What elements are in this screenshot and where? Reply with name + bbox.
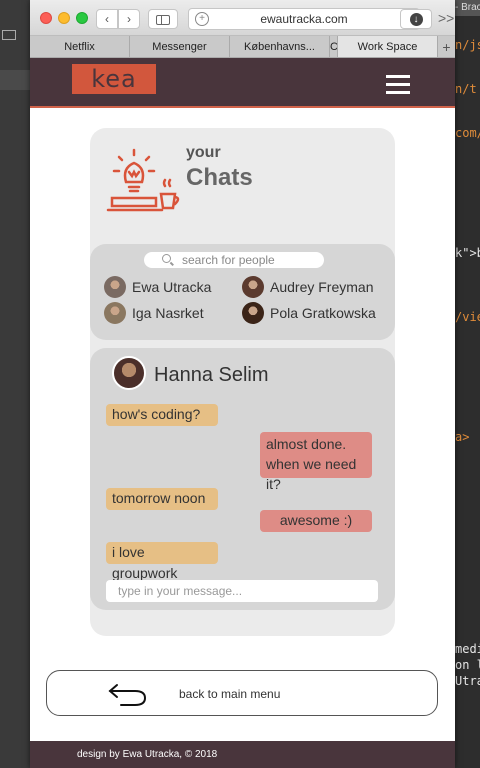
- sidebar-icon: [156, 14, 170, 25]
- chats-card: your Chats search for people Ewa Utracka…: [90, 128, 395, 636]
- back-button[interactable]: ‹: [96, 9, 118, 29]
- message-line: when we need it?: [266, 456, 357, 492]
- web-page: kea your Chats search for people Ewa Utr…: [30, 58, 455, 768]
- people-search-input[interactable]: search for people: [144, 252, 324, 268]
- search-icon: [162, 254, 171, 263]
- editor-left-gutter: [0, 0, 30, 768]
- more-tabs-button[interactable]: >>: [438, 10, 454, 26]
- person-name: Ewa Utracka: [132, 279, 212, 295]
- chat-contact-name: Hanna Selim: [154, 364, 269, 386]
- zoom-window-button[interactable]: [76, 12, 88, 24]
- kea-logo[interactable]: kea: [72, 64, 156, 94]
- people-panel: search for people Ewa Utracka Audrey Frey…: [90, 244, 395, 340]
- tab-collapsed[interactable]: C: [330, 36, 338, 57]
- page-title: Chats: [186, 164, 253, 191]
- message-input[interactable]: type in your message...: [106, 580, 378, 602]
- code-line: a>: [455, 430, 470, 444]
- code-line: /vie: [455, 310, 480, 324]
- heading-your: your: [186, 144, 221, 161]
- code-line: n/js: [455, 38, 480, 52]
- tab-work-space[interactable]: Work Space: [338, 36, 438, 57]
- message-outgoing: almost done. when we need it?: [260, 432, 372, 492]
- person-name: Iga Nasrket: [132, 305, 204, 321]
- person-item[interactable]: Pola Gratkowska: [242, 302, 376, 324]
- search-placeholder: search for people: [182, 253, 275, 267]
- tab-kobenhavns[interactable]: Københavns...: [230, 36, 330, 57]
- message-line: almost done.: [266, 436, 347, 452]
- code-line: com/: [455, 126, 480, 140]
- tab-netflix[interactable]: Netflix: [30, 36, 130, 57]
- url-text: ewautracka.com: [260, 12, 348, 26]
- tab-messenger[interactable]: Messenger: [130, 36, 230, 57]
- code-line: n/t: [455, 82, 477, 96]
- person-name: Audrey Freyman: [270, 279, 374, 295]
- chat-panel: Hanna Selim how's coding? almost done. w…: [90, 348, 395, 610]
- downloads-button[interactable]: ↓: [400, 9, 432, 29]
- new-tab-button[interactable]: +: [438, 36, 455, 57]
- chat-contact-avatar: [112, 356, 146, 390]
- site-footer: design by Ewa Utracka, © 2018: [30, 741, 455, 768]
- message-outgoing: awesome :): [260, 510, 372, 532]
- person-item[interactable]: Audrey Freyman: [242, 276, 373, 298]
- forward-button[interactable]: ›: [118, 9, 140, 29]
- back-button-label: back to main menu: [179, 687, 281, 701]
- close-window-button[interactable]: [40, 12, 52, 24]
- person-avatar: [104, 276, 126, 298]
- back-to-menu-button[interactable]: back to main menu: [46, 670, 438, 716]
- person-name: Pola Gratkowska: [270, 305, 376, 321]
- message-incoming: tomorrow noon: [106, 488, 218, 510]
- code-line: medi: [455, 642, 480, 656]
- browser-toolbar: ‹ › + ewautracka.com ↻ ↓ >>: [30, 0, 455, 36]
- person-avatar: [242, 276, 264, 298]
- tab-bar: Netflix Messenger Københavns... C Work S…: [30, 36, 455, 58]
- sidebar-toggle-button[interactable]: [148, 9, 178, 29]
- browser-window: ‹ › + ewautracka.com ↻ ↓ >> Netflix Mess…: [30, 0, 455, 768]
- back-arrow-icon: [108, 684, 147, 706]
- code-line: k">b: [455, 246, 480, 260]
- message-incoming: how's coding?: [106, 404, 218, 426]
- site-header: kea: [30, 58, 455, 108]
- person-item[interactable]: Iga Nasrket: [104, 302, 204, 324]
- editor-title: - Brac: [455, 0, 480, 16]
- message-incoming: i love groupwork: [106, 542, 218, 581]
- code-line: Utra: [455, 674, 480, 688]
- hamburger-menu-icon[interactable]: [386, 75, 410, 95]
- privacy-icon[interactable]: +: [195, 12, 209, 26]
- address-bar[interactable]: + ewautracka.com ↻: [188, 8, 420, 30]
- person-avatar: [104, 302, 126, 324]
- person-avatar: [242, 302, 264, 324]
- person-item[interactable]: Ewa Utracka: [104, 276, 211, 298]
- editor-sidebar-strip: [0, 70, 30, 90]
- split-view-icon: [2, 30, 16, 40]
- lightbulb-books-icon: [106, 148, 180, 212]
- minimize-window-button[interactable]: [58, 12, 70, 24]
- download-icon: ↓: [409, 13, 423, 27]
- code-line: on l: [455, 658, 480, 672]
